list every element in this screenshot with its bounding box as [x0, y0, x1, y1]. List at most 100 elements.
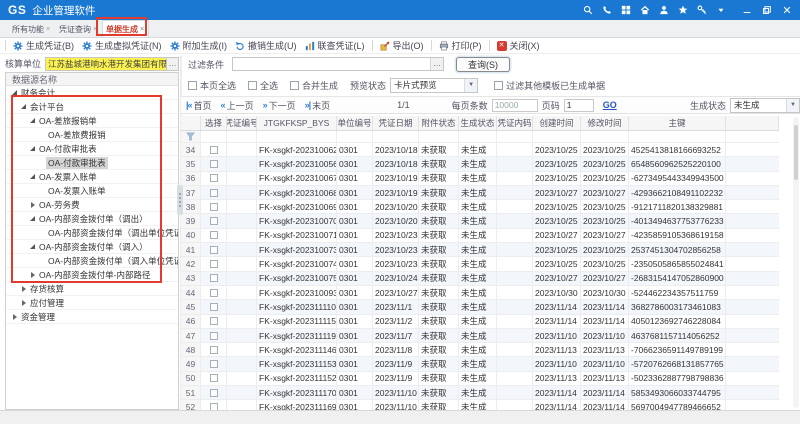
row-select-checkbox[interactable] — [201, 172, 227, 185]
table-row[interactable]: 51FK-xsgkf-20231117003012023/11/10未获取未生成… — [181, 386, 779, 400]
checkbox-icon[interactable] — [210, 403, 218, 410]
column-header[interactable]: 凭证编号 — [227, 116, 257, 130]
row-select-checkbox[interactable] — [201, 157, 227, 170]
filter-cell[interactable] — [581, 131, 629, 142]
table-row[interactable]: 35FK-xsgkf-20231005603012023/10/18未获取未生成… — [181, 157, 779, 171]
filter-cell[interactable] — [337, 131, 373, 142]
row-select-checkbox[interactable] — [201, 372, 227, 385]
checkbox-icon[interactable] — [290, 81, 299, 90]
row-select-checkbox[interactable] — [201, 229, 227, 242]
tab-document-generate[interactable]: 单据生成× — [102, 20, 149, 37]
tree-collapsed-icon[interactable] — [19, 300, 28, 306]
tree-expanded-icon[interactable] — [28, 244, 37, 249]
column-header[interactable]: 生成状态 — [459, 116, 497, 130]
close-button[interactable]: ✕关闭(X) — [493, 39, 544, 52]
minimize-icon[interactable] — [742, 5, 752, 15]
checkbox-icon[interactable] — [210, 246, 218, 254]
tab-voucher-query[interactable]: 凭证查询× — [55, 20, 102, 37]
tree-node[interactable]: 财务会计 — [6, 86, 178, 100]
filter-cell[interactable] — [629, 131, 726, 142]
tree-node[interactable]: OA-内部资金拨付单（调入单位凭证） — [6, 254, 178, 268]
tree-collapsed-icon[interactable] — [19, 286, 28, 292]
row-select-checkbox[interactable] — [201, 243, 227, 256]
checkbox-icon[interactable] — [210, 317, 218, 325]
account-unit-ellipsis-button[interactable]: … — [167, 57, 179, 71]
last-page-button[interactable]: »|末页 — [305, 99, 331, 112]
tab-close-icon[interactable]: × — [93, 26, 98, 33]
checkbox-icon[interactable] — [210, 360, 218, 368]
checkbox-icon[interactable] — [210, 160, 218, 168]
option-checkbox-0[interactable]: 本页全选 — [188, 79, 236, 92]
row-select-checkbox[interactable] — [201, 186, 227, 199]
row-select-checkbox[interactable] — [201, 329, 227, 342]
column-header[interactable]: 主键 — [629, 116, 726, 130]
search-icon[interactable] — [583, 5, 593, 15]
tree-node[interactable]: OA-劳务费 — [6, 198, 178, 212]
star-icon[interactable] — [678, 5, 688, 15]
chevron-down-icon[interactable] — [716, 5, 726, 15]
filter-cell[interactable] — [227, 131, 257, 142]
checkbox-icon[interactable] — [248, 81, 257, 90]
column-header[interactable]: 选择 — [201, 116, 227, 130]
table-row[interactable]: 46FK-xsgkf-20231111503012023/11/2未获取未生成2… — [181, 315, 779, 329]
filter-cell[interactable] — [459, 131, 497, 142]
maximize-icon[interactable] — [762, 5, 772, 15]
option-checkbox-2[interactable]: 合并生成 — [290, 79, 338, 92]
row-select-checkbox[interactable] — [201, 214, 227, 227]
checkbox-icon[interactable] — [210, 303, 218, 311]
checkbox-icon[interactable] — [188, 81, 197, 90]
tree-collapsed-icon[interactable] — [10, 314, 19, 320]
row-select-checkbox[interactable] — [201, 286, 227, 299]
tree-node[interactable]: 会计平台 — [6, 100, 178, 114]
apps-icon[interactable] — [621, 5, 631, 15]
tree-expanded-icon[interactable] — [28, 146, 37, 151]
tree-node[interactable]: OA-发票入账单 — [6, 170, 178, 184]
tree-node[interactable]: OA-内部资金拨付单（调入） — [6, 240, 178, 254]
tree-node[interactable]: OA-内部资金拨付单（调出） — [6, 212, 178, 226]
table-row[interactable]: 49FK-xsgkf-20231115303012023/11/9未获取未生成2… — [181, 357, 779, 371]
tree-node[interactable]: 存货核算 — [6, 282, 178, 296]
generate-status-select[interactable]: 未生成 ▼ — [730, 98, 800, 113]
table-row[interactable]: 41FK-xsgkf-20231007303012023/10/23未获取未生成… — [181, 243, 779, 257]
tab-all-functions[interactable]: 所有功能× — [8, 20, 55, 37]
column-header[interactable]: 创建时间 — [533, 116, 581, 130]
table-row[interactable]: 37FK-xsgkf-20231006803012023/10/19未获取未生成… — [181, 186, 779, 200]
tab-close-icon[interactable]: × — [140, 26, 145, 33]
table-row[interactable]: 36FK-xsgkf-20231006703012023/10/19未获取未生成… — [181, 172, 779, 186]
checkbox-icon[interactable] — [210, 231, 218, 239]
go-link[interactable]: GO — [603, 100, 617, 110]
row-select-checkbox[interactable] — [201, 143, 227, 156]
tree-collapsed-icon[interactable] — [28, 272, 37, 278]
key-icon[interactable] — [697, 5, 707, 15]
print-button[interactable]: 打印(P) — [435, 39, 486, 52]
checkbox-icon[interactable] — [494, 81, 503, 90]
table-row[interactable]: 45FK-xsgkf-20231111003012023/11/1未获取未生成2… — [181, 300, 779, 314]
prev-page-button[interactable]: «上一页 — [221, 99, 254, 112]
checkbox-icon[interactable] — [210, 374, 218, 382]
table-row[interactable]: 38FK-xsgkf-20231006903012023/10/20未获取未生成… — [181, 200, 779, 214]
filter-cell[interactable] — [373, 131, 419, 142]
tree-expanded-icon[interactable] — [28, 174, 37, 179]
table-row[interactable]: 42FK-xsgkf-20231007403012023/10/23未获取未生成… — [181, 257, 779, 271]
filter-other-generated-checkbox[interactable]: 过滤其他模板已生成单据 — [494, 79, 605, 92]
account-unit-input[interactable]: 江苏盐城港响水港开发集团有限公司 — [45, 57, 167, 71]
tree-expanded-icon[interactable] — [19, 104, 28, 109]
column-header[interactable]: JTGKFKSP_BYS — [257, 116, 337, 130]
checkbox-icon[interactable] — [210, 174, 218, 182]
preview-status-select[interactable]: 卡片式预览 ▼ — [390, 78, 478, 93]
checkbox-icon[interactable] — [210, 289, 218, 297]
tree-collapsed-icon[interactable] — [28, 202, 37, 208]
checkbox-icon[interactable] — [210, 146, 218, 154]
checkbox-icon[interactable] — [210, 203, 218, 211]
checkbox-icon[interactable] — [210, 332, 218, 340]
tree-expanded-icon[interactable] — [28, 216, 37, 221]
table-row[interactable]: 52FK-xsgkf-20231116903012023/11/10未获取未生成… — [181, 400, 779, 410]
table-row[interactable]: 47FK-xsgkf-20231111903012023/11/7未获取未生成2… — [181, 329, 779, 343]
vertical-scrollbar[interactable] — [793, 117, 799, 408]
export-button[interactable]: 导出(O) — [376, 39, 428, 52]
phone-icon[interactable] — [602, 5, 612, 15]
row-select-checkbox[interactable] — [201, 272, 227, 285]
tree-node[interactable]: OA-付款审批表 — [6, 156, 178, 170]
table-row[interactable]: 50FK-xsgkf-20231115203012023/11/9未获取未生成2… — [181, 372, 779, 386]
row-select-checkbox[interactable] — [201, 257, 227, 270]
